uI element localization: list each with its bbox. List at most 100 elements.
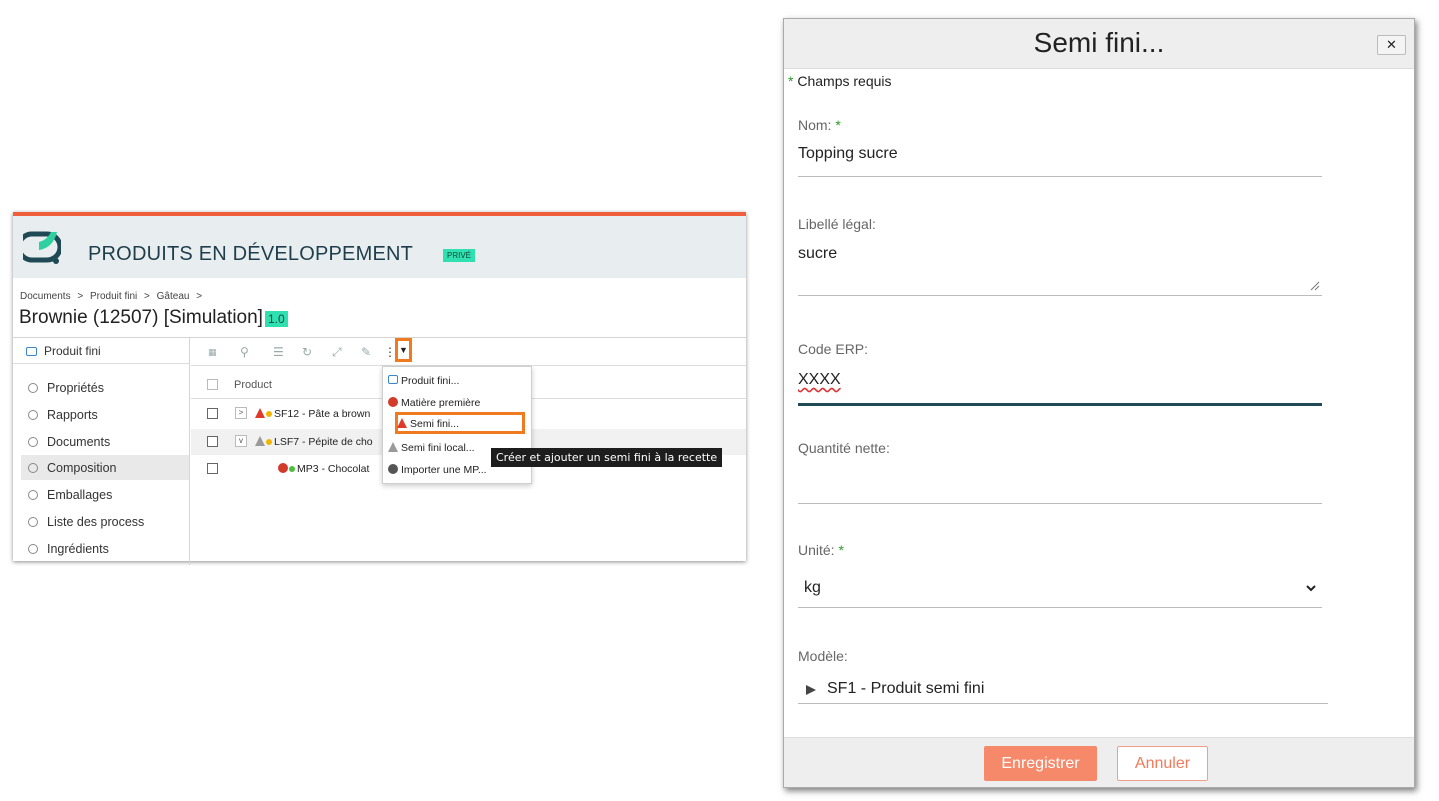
quantite-label: Quantité nette: — [798, 440, 890, 456]
required-note: * Champs requis — [788, 73, 892, 89]
dialog-footer: Enregistrer Annuler — [784, 737, 1414, 787]
sidebar-item-proprietes[interactable]: Propriétés — [21, 375, 189, 400]
menu-item-label: Semi fini... — [410, 418, 460, 430]
code-erp-underline — [798, 403, 1322, 406]
required-star: * — [788, 73, 794, 89]
expand-icon[interactable]: ⤢ — [332, 345, 342, 360]
logo-icon — [23, 231, 61, 264]
app-window: PRODUITS EN DÉVELOPPEMENT PRIVÉ Document… — [13, 212, 746, 565]
libelle-field[interactable]: sucre — [798, 245, 837, 263]
save-button[interactable]: Enregistrer — [984, 746, 1097, 781]
close-icon: ✕ — [1386, 37, 1397, 52]
search-icon[interactable]: ⚲ — [240, 345, 249, 359]
menu-item-label: Importer une MP... — [401, 464, 487, 476]
radio-icon — [28, 544, 38, 554]
expand-toggle[interactable]: > — [235, 407, 247, 419]
sidebar-item-rapports[interactable]: Rapports — [21, 402, 189, 427]
sidebar-header-label: Produit fini — [44, 344, 101, 358]
app-header: PRODUITS EN DÉVELOPPEMENT PRIVÉ — [13, 216, 746, 278]
breadcrumb-sep: > — [196, 291, 203, 302]
cancel-button[interactable]: Annuler — [1117, 746, 1208, 781]
expand-triangle-icon[interactable] — [806, 685, 816, 695]
radio-icon — [28, 410, 38, 420]
row-checkbox[interactable] — [207, 436, 218, 447]
sidebar-item-label: Emballages — [47, 488, 113, 502]
breadcrumb-sep: > — [77, 291, 84, 302]
menu-item-label: Semi fini local... — [401, 442, 475, 454]
document-name: Brownie (12507) [Simulation] — [19, 307, 263, 328]
close-button[interactable]: ✕ — [1377, 35, 1406, 55]
menu-item-matiere-premiere[interactable]: Matière première — [383, 392, 533, 414]
required-star: * — [838, 542, 844, 558]
select-all-checkbox[interactable] — [207, 379, 218, 390]
column-header-product[interactable]: Product — [234, 379, 272, 391]
sidebar-item-emballages[interactable]: Emballages — [21, 482, 189, 507]
libelle-label: Libellé légal: — [798, 216, 876, 232]
radio-icon — [28, 463, 38, 473]
collapse-toggle[interactable]: v — [235, 435, 247, 447]
product-name: LSF7 - Pépite de cho — [274, 436, 373, 448]
sidebar-item-label: Composition — [47, 461, 117, 475]
row-label: SF12 - Pâte a brown — [255, 408, 370, 420]
modele-label: Modèle: — [798, 648, 848, 664]
sidebar-item-documents[interactable]: Documents — [21, 429, 189, 454]
dialog-header: Semi fini... ✕ — [784, 19, 1414, 69]
import-icon — [388, 464, 398, 474]
export-icon[interactable]: ▦ — [208, 347, 217, 358]
sidebar-item-ingredients[interactable]: Ingrédients — [21, 536, 189, 561]
status-dot-icon — [266, 439, 272, 445]
breadcrumb: Documents > Produit fini > Gâteau > — [20, 291, 206, 302]
sidebar-header[interactable]: Produit fini — [13, 338, 190, 364]
required-star: * — [835, 117, 841, 133]
code-erp-field[interactable]: XXXX — [798, 371, 841, 389]
chevron-down-icon[interactable] — [1306, 583, 1316, 593]
private-badge: PRIVÉ — [443, 249, 476, 262]
row-label: MP3 - Chocolat — [278, 463, 369, 475]
modele-underline — [798, 703, 1328, 704]
row-checkbox[interactable] — [207, 408, 218, 419]
menu-item-label: Matière première — [401, 397, 481, 409]
breadcrumb-gateau[interactable]: Gâteau — [157, 291, 190, 302]
semi-fini-dialog: Semi fini... ✕ * Champs requis Nom: * To… — [783, 18, 1415, 788]
folder-icon — [26, 347, 37, 356]
sidebar-item-label: Liste des process — [47, 515, 145, 529]
row-checkbox[interactable] — [207, 463, 218, 474]
breadcrumb-documents[interactable]: Documents — [20, 291, 71, 302]
nom-label-text: Nom: — [798, 117, 832, 133]
status-dot-icon — [289, 466, 295, 472]
flask-icon — [255, 408, 265, 418]
nom-label: Nom: * — [798, 117, 841, 133]
radio-icon — [28, 517, 38, 527]
menu-item-produit-fini[interactable]: Produit fini... — [383, 370, 533, 392]
flask-icon — [397, 418, 407, 428]
sidebar-item-label: Propriétés — [47, 381, 104, 395]
unite-select[interactable]: kg — [804, 579, 821, 597]
toolbar: ▦ ⚲ ☰ ↻ ⤢ ✎ ⋮ ▼ — [191, 338, 746, 366]
version-badge: 1.0 — [264, 311, 288, 327]
breadcrumb-produit-fini[interactable]: Produit fini — [90, 291, 137, 302]
flask-icon — [255, 436, 265, 446]
resize-grip-icon[interactable] — [1310, 281, 1320, 291]
add-dropdown-button[interactable]: ▼ — [395, 338, 412, 362]
code-erp-value: XXXX — [798, 371, 841, 388]
sidebar-item-label: Ingrédients — [47, 542, 109, 556]
dialog-title: Semi fini... — [1033, 27, 1165, 58]
sidebar-item-label: Rapports — [47, 408, 98, 422]
caret-down-icon: ▼ — [399, 345, 408, 355]
edit-icon[interactable]: ✎ — [361, 345, 371, 359]
nom-underline — [798, 176, 1322, 177]
product-name: MP3 - Chocolat — [297, 463, 370, 475]
radio-icon — [28, 383, 38, 393]
refresh-icon[interactable]: ↻ — [302, 345, 312, 359]
quantite-underline — [798, 503, 1322, 504]
sidebar-item-liste-process[interactable]: Liste des process — [21, 509, 189, 534]
menu-item-semi-fini[interactable]: Semi fini... — [395, 412, 525, 434]
nom-field[interactable]: Topping sucre — [798, 145, 898, 163]
breadcrumb-sep: > — [144, 291, 150, 302]
list-icon[interactable]: ☰ — [273, 345, 284, 359]
row-label: LSF7 - Pépite de cho — [255, 436, 373, 448]
page-title: Brownie (12507) [Simulation] 1.0 — [19, 307, 288, 329]
sidebar-item-composition[interactable]: Composition — [21, 455, 189, 480]
modele-value[interactable]: SF1 - Produit semi fini — [827, 680, 984, 698]
tomato-icon — [278, 463, 288, 473]
